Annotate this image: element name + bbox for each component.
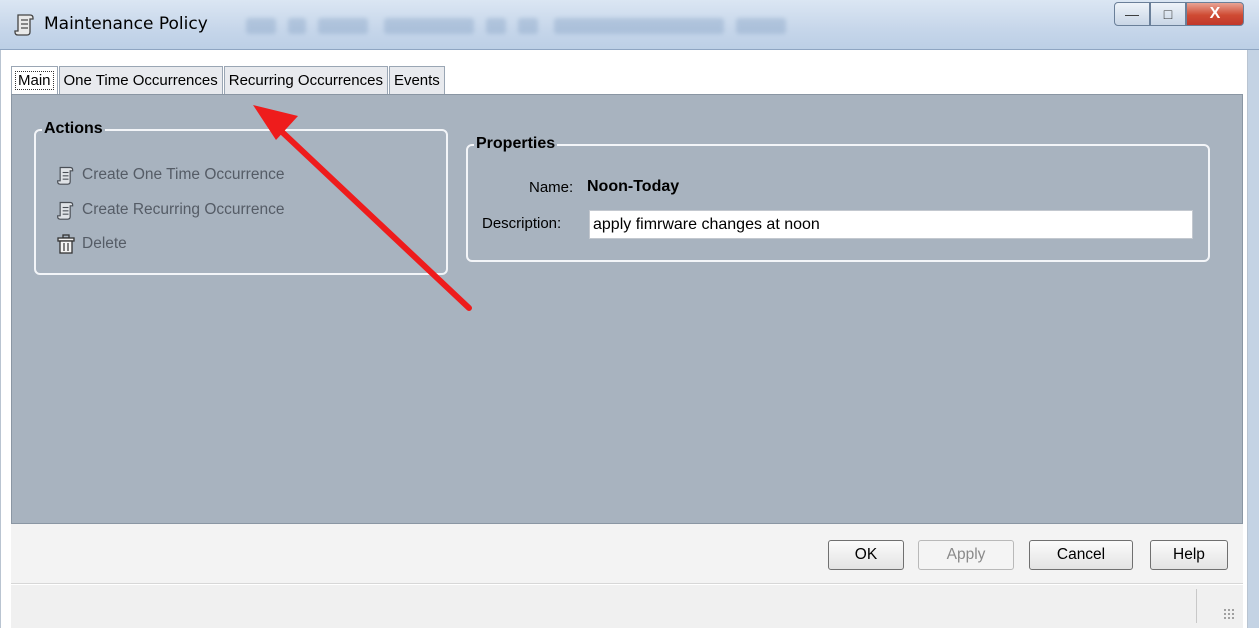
cancel-button[interactable]: Cancel <box>1029 540 1133 570</box>
tab-label: Events <box>393 72 440 89</box>
create-one-time-occurrence-link[interactable]: Create One Time Occurrence <box>56 165 284 185</box>
scroll-icon <box>57 166 74 185</box>
window-edge <box>1248 50 1259 628</box>
tab-bar: Main One Time Occurrences Recurring Occu… <box>11 66 446 96</box>
window-title: Maintenance Policy <box>44 14 208 34</box>
tab-one-time-occurrences[interactable]: One Time Occurrences <box>58 66 223 95</box>
apply-button[interactable]: Apply <box>918 540 1014 570</box>
scroll-icon <box>14 14 34 36</box>
action-label: Create One Time Occurrence <box>82 166 285 183</box>
resize-grip-icon[interactable] <box>1223 608 1235 620</box>
close-button[interactable]: X <box>1186 2 1244 26</box>
properties-legend: Properties <box>474 135 558 153</box>
action-label: Create Recurring Occurrence <box>82 201 285 218</box>
tab-main[interactable]: Main <box>11 66 58 96</box>
trash-icon <box>57 234 75 254</box>
minimize-button[interactable]: — <box>1114 2 1150 26</box>
properties-group: Properties Name: Noon-Today Description:… <box>466 135 1210 262</box>
title-bar[interactable]: Maintenance Policy — □ X <box>0 0 1259 50</box>
delete-link[interactable]: Delete <box>56 234 127 254</box>
status-divider <box>1196 589 1197 623</box>
actions-legend: Actions <box>42 120 105 138</box>
help-button[interactable]: Help <box>1150 540 1228 570</box>
actions-group: Actions Create One Time Occurrence Creat… <box>34 120 448 275</box>
ok-button[interactable]: OK <box>828 540 904 570</box>
tab-label: One Time Occurrences <box>63 72 218 89</box>
name-label: Name: <box>529 179 574 196</box>
create-recurring-occurrence-link[interactable]: Create Recurring Occurrence <box>56 200 284 220</box>
background-toolbar <box>240 14 940 38</box>
minimize-icon: — <box>1125 6 1139 22</box>
tab-label: Recurring Occurrences <box>228 72 383 89</box>
close-icon: X <box>1209 5 1221 22</box>
status-bar <box>11 585 1243 628</box>
maintenance-policy-window: Maintenance Policy — □ X Main One Time O… <box>0 0 1259 628</box>
main-tab-panel: Actions Create One Time Occurrence Creat… <box>11 94 1243 524</box>
tab-recurring-occurrences[interactable]: Recurring Occurrences <box>223 66 388 95</box>
tab-events[interactable]: Events <box>388 66 445 95</box>
description-field[interactable]: apply fimrware changes at noon <box>589 210 1193 239</box>
description-label: Description: <box>482 215 562 232</box>
dialog-button-bar: OK Apply Cancel Help <box>11 524 1243 584</box>
action-label: Delete <box>82 235 127 252</box>
name-value: Noon-Today <box>587 178 680 195</box>
window-controls: — □ X <box>1114 2 1244 28</box>
scroll-icon <box>57 201 74 220</box>
maximize-button[interactable]: □ <box>1150 2 1186 26</box>
maximize-icon: □ <box>1163 6 1173 22</box>
tab-label: Main <box>15 71 54 90</box>
